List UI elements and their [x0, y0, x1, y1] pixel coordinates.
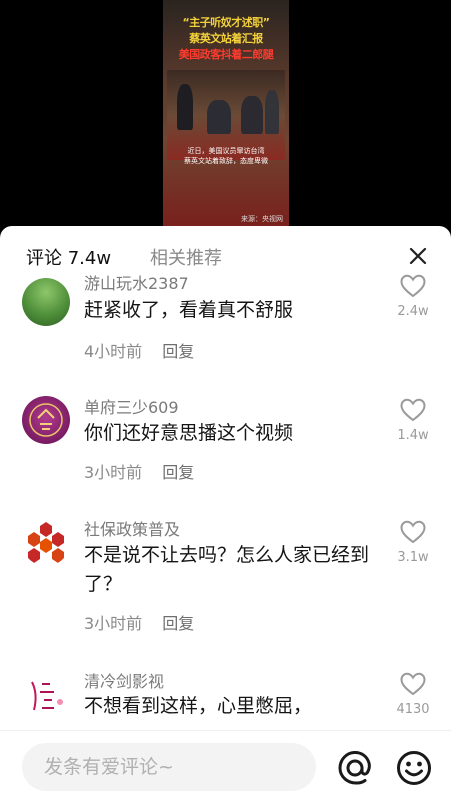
avatar-emblem: [31, 681, 63, 711]
comment-text: 赶紧收了，看着真不舒服: [84, 299, 294, 321]
comment-meta: 3小时前 回复: [84, 610, 194, 634]
heart-outline-icon: [400, 274, 426, 298]
smiley-icon: [397, 751, 431, 785]
avatar[interactable]: [22, 672, 70, 720]
like-count: 2.4w: [397, 304, 429, 319]
heart-outline-icon: [400, 672, 426, 696]
heart-outline-icon: [400, 398, 426, 422]
avatar[interactable]: [22, 518, 70, 566]
comment-time: 3小时前: [84, 614, 143, 633]
video-subtitle-line1: 近日，美国议员窜访台湾: [187, 147, 265, 155]
like-button[interactable]: 1.4w: [390, 398, 436, 443]
reply-button[interactable]: 回复: [162, 614, 194, 633]
person-figure: [265, 90, 279, 134]
close-icon: [409, 247, 427, 265]
video-caption-line2: 蔡英文站着汇报: [189, 32, 263, 45]
comment-item: 清冷剑影视 不想看到这样，心里憋屈， 4130: [0, 668, 451, 730]
comment-text: 你们还好意思播这个视频: [84, 422, 294, 444]
like-count: 3.1w: [397, 550, 429, 565]
reply-button[interactable]: 回复: [162, 463, 194, 482]
person-figure: [241, 96, 263, 134]
person-figure: [207, 100, 231, 134]
video-source-label: 来源：央视网: [241, 215, 283, 223]
comment-meta: 3小时前 回复: [84, 459, 194, 483]
reply-button[interactable]: 回复: [162, 342, 194, 361]
avatar-emblem: [28, 522, 64, 563]
comment-time: 4小时前: [84, 342, 143, 361]
video-caption-line1: “主子听奴才述职”: [182, 16, 270, 29]
heart-outline-icon: [400, 520, 426, 544]
mention-button[interactable]: [336, 749, 374, 787]
comment-time: 3小时前: [84, 463, 143, 482]
comment-text: 不想看到这样，心里憋屈，: [84, 695, 313, 717]
sheet-header: 评论 7.4w 相关推荐: [0, 226, 451, 284]
comment-text: 不是说不让去吗？怎么人家已经到了？: [84, 544, 370, 595]
comment-input-bar: [0, 730, 451, 800]
comment-username[interactable]: 清冷剑影视: [84, 668, 164, 692]
comment-username[interactable]: 游山玩水2387: [84, 270, 189, 294]
comment-username[interactable]: 社保政策普及: [84, 516, 180, 540]
comment-input[interactable]: [22, 743, 316, 791]
tab-related[interactable]: 相关推荐: [150, 244, 222, 270]
video-subtitle-line2: 蔡英文站着致辞，态度卑微: [184, 157, 268, 165]
close-button[interactable]: [404, 242, 432, 270]
video-area[interactable]: “主子听奴才述职” 蔡英文站着汇报 美国政客抖着二郎腿 近日，美国议员窜访台湾 …: [0, 0, 451, 232]
at-icon: [338, 750, 371, 785]
video-caption-line3: 美国政客抖着二郎腿: [178, 48, 274, 61]
like-button[interactable]: 4130: [390, 672, 436, 717]
comment-username[interactable]: 单府三少609: [84, 394, 179, 418]
like-button[interactable]: 3.1w: [390, 520, 436, 565]
person-figure: [177, 84, 193, 130]
avatar-emblem: [29, 403, 63, 437]
video-thumbnail[interactable]: “主子听奴才述职” 蔡英文站着汇报 美国政客抖着二郎腿 近日，美国议员窜访台湾 …: [163, 0, 289, 232]
avatar[interactable]: [22, 396, 70, 444]
comment-meta: 4小时前 回复: [84, 338, 194, 362]
emoji-button[interactable]: [395, 749, 433, 787]
tab-comments[interactable]: 评论 7.4w: [26, 244, 111, 270]
like-count: 4130: [396, 702, 430, 717]
avatar[interactable]: [22, 278, 70, 326]
like-count: 1.4w: [397, 428, 429, 443]
like-button[interactable]: 2.4w: [390, 274, 436, 319]
